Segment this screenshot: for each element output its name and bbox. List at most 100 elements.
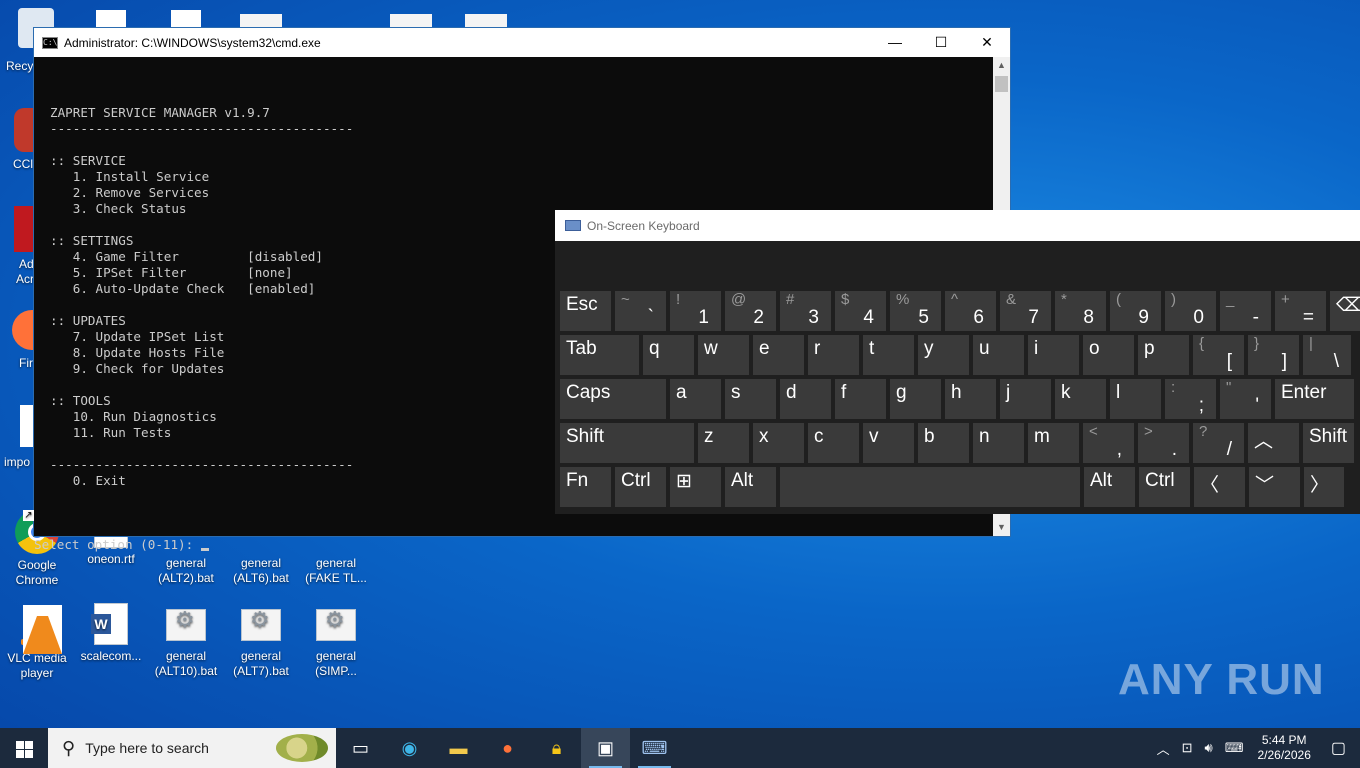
osk-key[interactable]: _ - xyxy=(1220,291,1271,331)
osk-key[interactable]: e xyxy=(753,335,804,375)
osk-key[interactable]: 〉 xyxy=(1304,467,1344,507)
osk-key[interactable]: >. xyxy=(1138,423,1189,463)
scroll-thumb[interactable] xyxy=(995,76,1008,92)
ccleaner-icon[interactable] xyxy=(14,108,34,152)
scroll-down-icon[interactable]: ▼ xyxy=(993,519,1010,536)
desktop-icon-vlc[interactable]: VLC media player xyxy=(0,603,74,681)
bat-file-icon[interactable] xyxy=(390,14,432,28)
osk-key[interactable]: :; xyxy=(1165,379,1216,419)
osk-key[interactable]: #3 xyxy=(780,291,831,331)
firefox-label[interactable]: Fir xyxy=(19,356,33,370)
notifications-icon[interactable]: ▢ xyxy=(1331,738,1346,758)
firefox-icon[interactable] xyxy=(12,310,34,350)
adobe-acrobat-icon[interactable] xyxy=(14,206,34,252)
close-button[interactable]: ✕ xyxy=(964,28,1010,57)
osk-key[interactable]: Ctrl xyxy=(615,467,666,507)
desktop-icon-general-alt10[interactable]: general (ALT10).bat xyxy=(149,603,223,679)
osk-key[interactable]: Shift xyxy=(1303,423,1354,463)
osk-key[interactable]: q xyxy=(643,335,694,375)
scroll-up-icon[interactable]: ▲ xyxy=(993,57,1010,74)
bat-file-icon[interactable] xyxy=(240,14,282,28)
osk-key[interactable]: n xyxy=(973,423,1024,463)
osk-key[interactable]: y xyxy=(918,335,969,375)
osk-key[interactable]: k xyxy=(1055,379,1106,419)
osk-key[interactable]: Alt xyxy=(1084,467,1135,507)
osk-key[interactable]: v xyxy=(863,423,914,463)
osk-key[interactable]: g xyxy=(890,379,941,419)
recycle-bin-label[interactable]: Recy xyxy=(6,59,33,73)
osk-key[interactable]: Caps xyxy=(560,379,666,419)
osk-key[interactable]: Fn xyxy=(560,467,611,507)
osk-key[interactable]: " ' xyxy=(1220,379,1271,419)
osk-key[interactable]: j xyxy=(1000,379,1051,419)
osk-key[interactable]: p xyxy=(1138,335,1189,375)
task-view-icon[interactable]: ▭ xyxy=(336,728,385,768)
osk-titlebar[interactable]: On-Screen Keyboard xyxy=(555,210,1360,241)
osk-key[interactable]: b xyxy=(918,423,969,463)
desktop-file-icon[interactable] xyxy=(96,10,126,28)
bat-file-icon[interactable] xyxy=(465,14,507,28)
osk-key[interactable]: ? / xyxy=(1193,423,1244,463)
osk-key[interactable]: Ctrl xyxy=(1139,467,1190,507)
adobe-label-1[interactable]: Ad xyxy=(19,257,34,271)
osk-key[interactable]: | \ xyxy=(1303,335,1351,375)
import-label[interactable]: impo xyxy=(4,455,30,469)
edge-icon[interactable]: ◉ xyxy=(385,728,434,768)
osk-key[interactable]: ﹀ xyxy=(1249,467,1300,507)
osk-key[interactable]: ^ 6 xyxy=(945,291,996,331)
start-button[interactable] xyxy=(0,728,48,768)
osk-key[interactable]: (9 xyxy=(1110,291,1161,331)
volume-icon[interactable]: 🔊︎ xyxy=(1205,740,1213,756)
osk-key[interactable]: <, xyxy=(1083,423,1134,463)
osk-key[interactable]: ⊞ xyxy=(670,467,721,507)
maximize-button[interactable]: ☐ xyxy=(918,28,964,57)
ccleaner-label[interactable]: CCl xyxy=(13,157,33,171)
osk-key[interactable]: m xyxy=(1028,423,1079,463)
osk-key[interactable] xyxy=(780,467,1080,507)
cmd-titlebar[interactable]: C:\ Administrator: C:\WINDOWS\system32\c… xyxy=(34,28,1010,57)
osk-key[interactable]: Shift xyxy=(560,423,694,463)
osk-key[interactable]: {[ xyxy=(1193,335,1244,375)
osk-key[interactable]: ) 0 xyxy=(1165,291,1216,331)
taskbar-search[interactable]: ⚲ Type here to search xyxy=(48,728,336,768)
keyboard-tray-icon[interactable]: ⌨ xyxy=(1225,740,1244,756)
osk-key[interactable]: r xyxy=(808,335,859,375)
lock-app-icon[interactable]: 🔒︎ xyxy=(532,728,581,768)
minimize-button[interactable]: — xyxy=(872,28,918,57)
file-explorer-icon[interactable]: ▬ xyxy=(434,728,483,768)
osk-key[interactable]: t xyxy=(863,335,914,375)
osk-key[interactable]: f xyxy=(835,379,886,419)
osk-key[interactable]: }] xyxy=(1248,335,1299,375)
osk-key[interactable]: $4 xyxy=(835,291,886,331)
import-file-icon[interactable] xyxy=(20,405,34,447)
desktop-icon-scalecom[interactable]: scalecom... xyxy=(74,603,148,664)
desktop-icon-general-alt7[interactable]: general (ALT7).bat xyxy=(224,603,298,679)
osk-key[interactable]: Esc xyxy=(560,291,611,331)
osk-key[interactable]: i xyxy=(1028,335,1079,375)
desktop-icon-general-simple[interactable]: general (SIMP... xyxy=(299,603,373,679)
osk-key[interactable]: ⌫ xyxy=(1330,291,1360,331)
osk-taskbar-icon[interactable]: ⌨ xyxy=(630,728,679,768)
osk-key[interactable]: s xyxy=(725,379,776,419)
osk-key[interactable]: 〈 xyxy=(1194,467,1245,507)
osk-key[interactable]: z xyxy=(698,423,749,463)
osk-key[interactable]: ︿ xyxy=(1248,423,1299,463)
osk-key[interactable]: c xyxy=(808,423,859,463)
cmd-app-icon[interactable]: C:\ xyxy=(42,36,58,49)
osk-key[interactable]: & 7 xyxy=(1000,291,1051,331)
cmd-taskbar-icon[interactable]: ▣ xyxy=(581,728,630,768)
osk-key[interactable]: Tab xyxy=(560,335,639,375)
osk-key[interactable]: d xyxy=(780,379,831,419)
osk-key[interactable]: @2 xyxy=(725,291,776,331)
osk-key[interactable]: % 5 xyxy=(890,291,941,331)
osk-key[interactable]: + = xyxy=(1275,291,1326,331)
osk-key[interactable]: ~ ` xyxy=(615,291,666,331)
osk-key[interactable]: x xyxy=(753,423,804,463)
firefox-taskbar-icon[interactable]: ● xyxy=(483,728,532,768)
network-icon[interactable]: ⊡ xyxy=(1182,740,1193,756)
osk-key[interactable]: o xyxy=(1083,335,1134,375)
osk-key[interactable]: w xyxy=(698,335,749,375)
osk-key[interactable]: h xyxy=(945,379,996,419)
osk-key[interactable]: Enter xyxy=(1275,379,1354,419)
osk-key[interactable]: Alt xyxy=(725,467,776,507)
